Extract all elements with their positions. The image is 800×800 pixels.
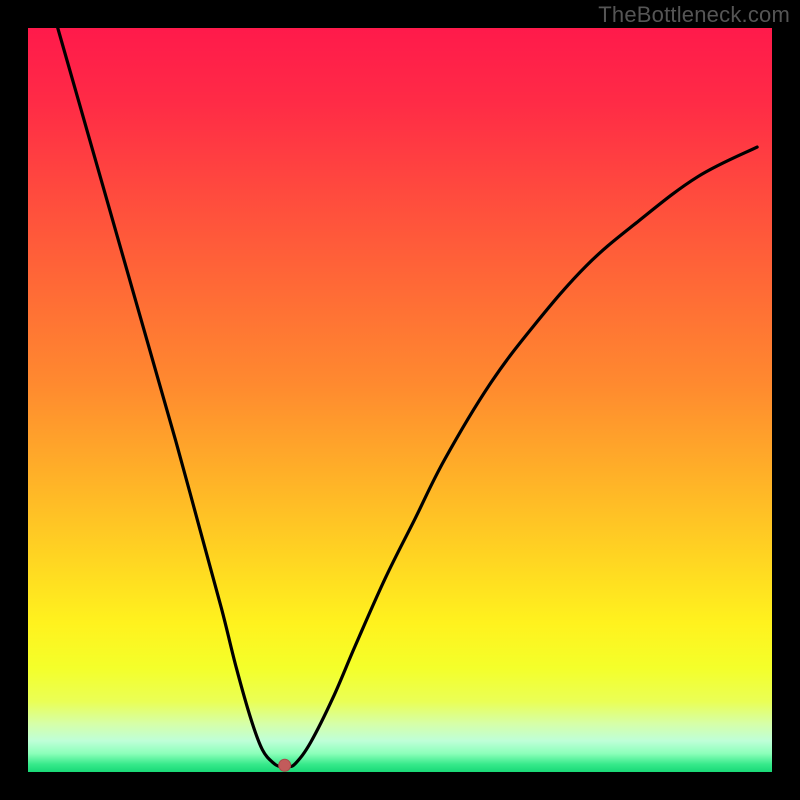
curve-layer (28, 28, 772, 772)
plot-inner (28, 28, 772, 772)
chart-frame: TheBottleneck.com (0, 0, 800, 800)
bottleneck-curve (58, 28, 757, 767)
watermark-text: TheBottleneck.com (598, 2, 790, 28)
bottleneck-marker (279, 759, 291, 771)
plot-area (28, 28, 772, 772)
